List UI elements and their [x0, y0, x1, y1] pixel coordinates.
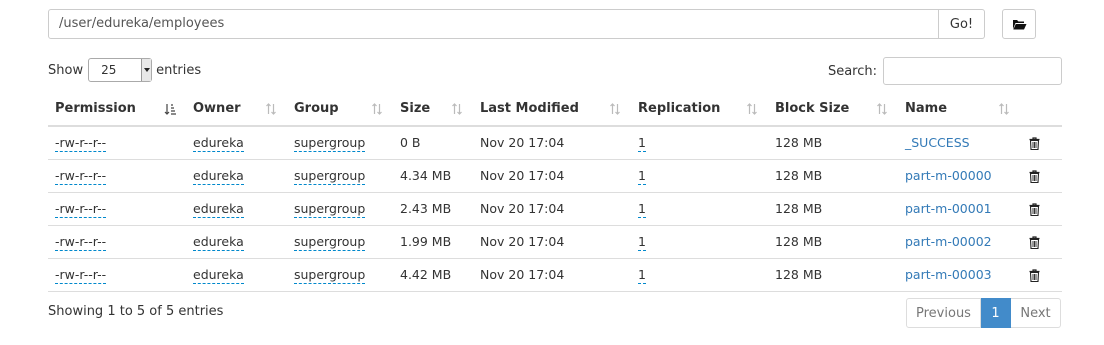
trash-icon[interactable] [1029, 236, 1040, 249]
sort-icon [877, 103, 887, 115]
modified-cell: Nov 20 17:04 [473, 159, 631, 193]
table-row: -rw-r--r-- edureka supergroup 4.34 MB No… [48, 159, 1062, 193]
size-cell: 4.34 MB [393, 159, 473, 193]
column-header-actions [1020, 92, 1062, 127]
replication-cell[interactable]: 1 [638, 234, 646, 251]
owner-cell[interactable]: edureka [193, 267, 244, 284]
sort-ascending-icon [164, 104, 176, 115]
permission-cell[interactable]: -rw-r--r-- [55, 267, 107, 284]
column-header-size[interactable]: Size [393, 92, 473, 127]
block-size-cell: 128 MB [768, 225, 898, 259]
show-label: Show [48, 62, 84, 78]
path-input[interactable] [48, 9, 939, 39]
table-header-row: Permission Owner Group Size Last Modifie… [48, 92, 1062, 127]
permission-cell[interactable]: -rw-r--r-- [55, 234, 107, 251]
open-folder-button[interactable] [1002, 9, 1036, 39]
trash-icon[interactable] [1029, 170, 1040, 183]
search-control: Search: [828, 57, 1062, 85]
previous-page-button[interactable]: Previous [906, 298, 981, 328]
owner-cell[interactable]: edureka [193, 168, 244, 185]
sort-icon [266, 103, 276, 115]
replication-cell[interactable]: 1 [638, 267, 646, 284]
folder-open-icon [1012, 20, 1026, 30]
group-cell[interactable]: supergroup [294, 201, 366, 218]
replication-cell[interactable]: 1 [638, 135, 646, 153]
search-input[interactable] [883, 57, 1062, 85]
file-name-link[interactable]: part-m-00003 [905, 267, 992, 282]
group-cell[interactable]: supergroup [294, 135, 366, 153]
size-cell: 0 B [393, 126, 473, 160]
permission-cell[interactable]: -rw-r--r-- [55, 168, 107, 185]
trash-icon[interactable] [1029, 137, 1040, 151]
file-name-link[interactable]: part-m-00001 [905, 201, 992, 216]
sort-icon [452, 103, 462, 115]
sort-icon [747, 103, 757, 115]
permission-cell[interactable]: -rw-r--r-- [55, 201, 107, 218]
search-label: Search: [827, 63, 877, 79]
column-header-group[interactable]: Group [287, 92, 393, 127]
modified-cell: Nov 20 17:04 [473, 225, 631, 259]
page-1-button[interactable]: 1 [981, 298, 1011, 328]
table-row: -rw-r--r-- edureka supergroup 4.42 MB No… [48, 258, 1062, 292]
modified-cell: Nov 20 17:04 [473, 258, 631, 292]
modified-cell: Nov 20 17:04 [473, 192, 631, 226]
replication-cell[interactable]: 1 [638, 201, 646, 218]
path-bar: Go! [48, 9, 985, 39]
replication-cell[interactable]: 1 [638, 168, 646, 185]
page-length-value: 25 [101, 63, 117, 77]
block-size-cell: 128 MB [768, 159, 898, 193]
column-header-name[interactable]: Name [898, 92, 1020, 127]
page-length-control: Show 25 entries [48, 57, 201, 83]
column-header-replication[interactable]: Replication [631, 92, 768, 127]
pagination: Previous 1 Next [906, 298, 1061, 328]
trash-icon[interactable] [1029, 203, 1040, 216]
modified-cell: Nov 20 17:04 [473, 126, 631, 160]
permission-cell[interactable]: -rw-r--r-- [55, 135, 107, 153]
file-name-link[interactable]: _SUCCESS [905, 135, 970, 150]
file-name-link[interactable]: part-m-00002 [905, 234, 992, 249]
group-cell[interactable]: supergroup [294, 234, 366, 251]
block-size-cell: 128 MB [768, 258, 898, 292]
size-cell: 4.42 MB [393, 258, 473, 292]
owner-cell[interactable]: edureka [193, 201, 244, 218]
page-length-select[interactable]: 25 [88, 58, 153, 82]
column-header-block-size[interactable]: Block Size [768, 92, 898, 127]
next-page-button[interactable]: Next [1011, 298, 1061, 328]
group-cell[interactable]: supergroup [294, 168, 366, 185]
chevron-down-icon [141, 59, 152, 81]
trash-icon[interactable] [1029, 269, 1040, 282]
owner-cell[interactable]: edureka [193, 234, 244, 251]
block-size-cell: 128 MB [768, 126, 898, 160]
file-name-link[interactable]: part-m-00000 [905, 168, 992, 183]
table-info: Showing 1 to 5 of 5 entries [48, 304, 224, 319]
column-header-permission[interactable]: Permission [48, 92, 186, 127]
file-table: Permission Owner Group Size Last Modifie… [48, 92, 1062, 292]
sort-icon [999, 103, 1009, 115]
owner-cell[interactable]: edureka [193, 135, 244, 153]
go-button[interactable]: Go! [939, 9, 985, 39]
table-row: -rw-r--r-- edureka supergroup 1.99 MB No… [48, 225, 1062, 259]
column-header-owner[interactable]: Owner [186, 92, 287, 127]
column-header-last-modified[interactable]: Last Modified [473, 92, 631, 127]
block-size-cell: 128 MB [768, 192, 898, 226]
sort-icon [610, 103, 620, 115]
entries-label: entries [156, 62, 202, 78]
table-row: -rw-r--r-- edureka supergroup 0 B Nov 20… [48, 126, 1062, 160]
group-cell[interactable]: supergroup [294, 267, 366, 284]
size-cell: 1.99 MB [393, 225, 473, 259]
size-cell: 2.43 MB [393, 192, 473, 226]
table-row: -rw-r--r-- edureka supergroup 2.43 MB No… [48, 192, 1062, 226]
sort-icon [372, 103, 382, 115]
